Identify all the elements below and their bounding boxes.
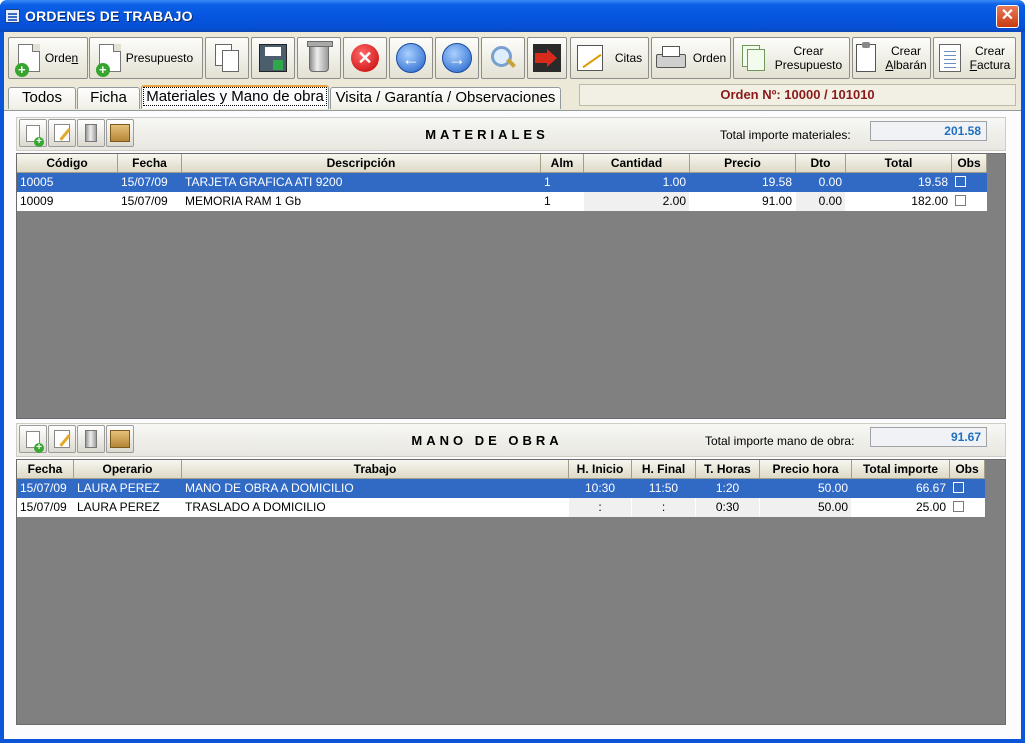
next-button[interactable]: → — [435, 37, 479, 79]
close-button[interactable]: ✕ — [996, 5, 1019, 28]
labor-grid-header: Fecha Operario Trabajo H. Inicio H. Fina… — [17, 460, 1005, 479]
create-budget-button[interactable]: Crear Presupuesto — [733, 37, 850, 79]
materials-total-label: Total importe materiales: — [720, 128, 851, 142]
obs-checkbox[interactable] — [953, 501, 964, 513]
new-order-button[interactable]: + Orden — [8, 37, 88, 79]
citas-button[interactable]: Citas — [570, 37, 649, 79]
tab-materiales-mano-obra[interactable]: Materiales y Mano de obra — [141, 85, 329, 109]
invoice-icon — [938, 44, 961, 72]
materials-stock-button[interactable] — [106, 119, 134, 147]
save-icon — [259, 44, 287, 72]
cancel-button[interactable]: ✕ — [343, 37, 387, 79]
edit-icon — [54, 124, 70, 142]
new-budget-button[interactable]: + Presupuesto — [89, 37, 203, 79]
materials-header: MATERIALES Total importe materiales: 201… — [16, 117, 1006, 151]
copy-icon — [214, 43, 240, 73]
materials-add-button[interactable] — [19, 119, 47, 147]
labor-add-button[interactable] — [19, 425, 47, 453]
new-order-icon: + — [14, 44, 40, 77]
obs-checkbox[interactable] — [955, 176, 966, 188]
previous-button[interactable]: ← — [389, 37, 433, 79]
client-area: + Orden + Presupuesto ✕ ← → Citas Orden … — [4, 32, 1021, 739]
window-title: ORDENES DE TRABAJO — [25, 8, 193, 24]
table-row[interactable]: 10005 15/07/09 TARJETA GRAFICA ATI 9200 … — [17, 173, 1005, 192]
citas-label: Citas — [614, 51, 643, 65]
exit-icon — [533, 44, 561, 72]
add-icon — [26, 430, 44, 453]
labor-delete-button[interactable] — [77, 425, 105, 453]
obs-checkbox[interactable] — [953, 482, 964, 494]
new-budget-label: Presupuesto — [125, 51, 194, 65]
save-button[interactable] — [251, 37, 295, 79]
app-icon — [5, 9, 20, 23]
new-budget-icon: + — [95, 44, 121, 77]
labor-total-label: Total importe mano de obra: — [705, 434, 855, 448]
app-window: ORDENES DE TRABAJO ✕ + Orden + Presupues… — [0, 0, 1025, 743]
tab-ficha[interactable]: Ficha — [77, 87, 140, 109]
tab-visita-garantia-observaciones[interactable]: Visita / Garantía / Observaciones — [330, 87, 561, 109]
copy-button[interactable] — [205, 37, 249, 79]
obs-checkbox[interactable] — [955, 195, 966, 207]
sheets-icon — [741, 44, 769, 72]
calendar-icon — [576, 45, 603, 71]
order-number: Orden Nº: 10000 / 101010 — [579, 84, 1016, 106]
box-icon — [110, 430, 130, 448]
search-icon — [489, 44, 517, 72]
create-budget-label-2: Presupuesto — [774, 58, 843, 72]
labor-header: MANO DE OBRA Total importe mano de obra:… — [16, 423, 1006, 457]
tab-todos[interactable]: Todos — [8, 87, 76, 109]
labor-edit-button[interactable] — [48, 425, 76, 453]
materials-delete-button[interactable] — [77, 119, 105, 147]
search-button[interactable] — [481, 37, 525, 79]
create-delivery-note-button[interactable]: Crear Albarán — [852, 37, 931, 79]
table-row[interactable]: 15/07/09 LAURA PEREZ MANO DE OBRA A DOMI… — [17, 479, 1005, 498]
clipboard-icon — [856, 42, 877, 72]
arrow-right-icon: → — [442, 43, 472, 73]
table-row[interactable]: 10009 15/07/09 MEMORIA RAM 1 Gb 1 2.00 9… — [17, 192, 1005, 211]
materials-edit-button[interactable] — [48, 119, 76, 147]
trash-icon — [307, 41, 333, 72]
box-icon — [110, 124, 130, 142]
materials-grid-header: Código Fecha Descripción Alm Cantidad Pr… — [17, 154, 1005, 173]
exit-button[interactable] — [527, 37, 567, 79]
title-bar[interactable]: ORDENES DE TRABAJO ✕ — [0, 0, 1025, 32]
trash-icon — [85, 430, 97, 448]
create-invoice-button[interactable]: Crear Factura — [933, 37, 1016, 79]
arrow-left-icon: ← — [396, 43, 426, 73]
materials-grid[interactable]: Código Fecha Descripción Alm Cantidad Pr… — [16, 153, 1006, 419]
print-order-label: Orden — [692, 51, 727, 65]
labor-grid[interactable]: Fecha Operario Trabajo H. Inicio H. Fina… — [16, 459, 1006, 725]
materials-title: MATERIALES — [425, 127, 549, 142]
print-order-button[interactable]: Orden — [651, 37, 731, 79]
edit-icon — [54, 430, 70, 448]
delete-button[interactable] — [297, 37, 341, 79]
labor-total-value: 91.67 — [870, 427, 987, 447]
labor-stock-button[interactable] — [106, 425, 134, 453]
printer-icon — [655, 46, 686, 70]
cancel-icon: ✕ — [351, 44, 379, 72]
create-budget-label-1: Crear — [793, 44, 824, 58]
add-icon — [26, 124, 44, 147]
labor-title: MANO DE OBRA — [411, 433, 563, 448]
table-row[interactable]: 15/07/09 LAURA PEREZ TRASLADO A DOMICILI… — [17, 498, 1005, 517]
trash-icon — [85, 124, 97, 142]
materials-total-value: 201.58 — [870, 121, 987, 141]
tab-panel: MATERIALES Total importe materiales: 201… — [4, 110, 1021, 739]
